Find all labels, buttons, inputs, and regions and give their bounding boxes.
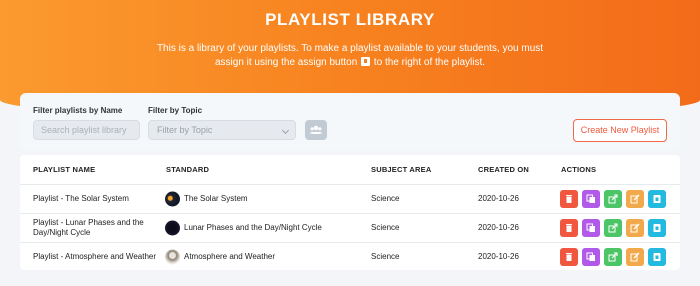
name-filter-label: Filter playlists by Name: [33, 106, 123, 115]
table-row: Playlist - Lunar Phases and the Day/Nigh…: [20, 213, 680, 242]
created-on: 2020-10-26: [478, 252, 519, 261]
edit-icon: [630, 252, 640, 262]
assign-button[interactable]: [648, 219, 666, 237]
delete-button[interactable]: [560, 248, 578, 266]
assign-icon: [653, 224, 661, 232]
chevron-down-icon: [281, 126, 290, 135]
description-text-end: to the right of the playlist.: [373, 57, 486, 68]
edit-button[interactable]: [626, 248, 644, 266]
description-text-start: This is a library of your playlists. To …: [156, 43, 544, 68]
topic-filter-label: Filter by Topic: [148, 106, 203, 115]
filters-panel: Filter playlists by Name Filter by Topic…: [20, 93, 680, 151]
playlist-name[interactable]: Playlist - Lunar Phases and the Day/Nigh…: [33, 218, 158, 238]
standard-thumbnail: [165, 191, 180, 207]
share-button[interactable]: [604, 190, 622, 208]
topic-select[interactable]: Filter by Topic: [148, 120, 296, 140]
copy-icon: [586, 194, 595, 203]
table-row: Playlist - The Solar System The Solar Sy…: [20, 184, 680, 213]
copy-button[interactable]: [582, 219, 600, 237]
edit-button[interactable]: [626, 190, 644, 208]
edit-button[interactable]: [626, 219, 644, 237]
standard-name: The Solar System: [184, 194, 248, 203]
share-icon: [608, 252, 618, 262]
table-row: Playlist - Atmosphere and Weather Atmosp…: [20, 242, 680, 271]
column-header-standard: STANDARD: [166, 165, 210, 174]
assign-button[interactable]: [648, 248, 666, 266]
assign-icon: [653, 253, 661, 261]
row-actions: [560, 190, 666, 208]
page-description: This is a library of your playlists. To …: [150, 42, 550, 70]
standard-name: Lunar Phases and the Day/Night Cycle: [184, 223, 322, 232]
delete-button[interactable]: [560, 219, 578, 237]
row-actions: [560, 219, 666, 237]
copy-button[interactable]: [582, 248, 600, 266]
create-playlist-button[interactable]: Create New Playlist: [573, 119, 667, 142]
playlist-table: PLAYLIST NAME STANDARD SUBJECT AREA CREA…: [20, 155, 680, 270]
playlist-name[interactable]: Playlist - The Solar System: [33, 194, 163, 204]
created-on: 2020-10-26: [478, 194, 519, 203]
subject-area: Science: [371, 223, 400, 232]
copy-icon: [586, 223, 595, 232]
subject-area: Science: [371, 252, 400, 261]
edit-icon: [630, 194, 640, 204]
edit-icon: [630, 223, 640, 233]
users-icon: [309, 125, 323, 134]
standard-thumbnail: [165, 249, 180, 265]
column-header-subject: SUBJECT AREA: [371, 165, 432, 174]
page-title: PLAYLIST LIBRARY: [265, 10, 435, 29]
row-actions: [560, 248, 666, 266]
trash-icon: [566, 224, 572, 232]
share-icon: [608, 194, 618, 204]
standard-thumbnail: [165, 220, 180, 236]
assign-icon: [653, 195, 661, 203]
column-header-name: PLAYLIST NAME: [33, 165, 96, 174]
column-header-created: CREATED ON: [478, 165, 530, 174]
delete-button[interactable]: [560, 190, 578, 208]
playlist-name[interactable]: Playlist - Atmosphere and Weather: [33, 252, 168, 262]
subject-area: Science: [371, 194, 400, 203]
topic-select-value: Filter by Topic: [157, 125, 213, 135]
assign-button[interactable]: [648, 190, 666, 208]
trash-icon: [566, 195, 572, 203]
share-icon: [608, 223, 618, 233]
share-button[interactable]: [604, 219, 622, 237]
search-input[interactable]: [33, 120, 140, 140]
standard-name: Atmosphere and Weather: [184, 252, 276, 261]
created-on: 2020-10-26: [478, 223, 519, 232]
trash-icon: [566, 253, 572, 261]
assign-icon: [361, 57, 371, 66]
copy-icon: [586, 252, 595, 261]
group-filter-button[interactable]: [305, 120, 327, 140]
share-button[interactable]: [604, 248, 622, 266]
column-header-actions: ACTIONS: [561, 165, 597, 174]
copy-button[interactable]: [582, 190, 600, 208]
